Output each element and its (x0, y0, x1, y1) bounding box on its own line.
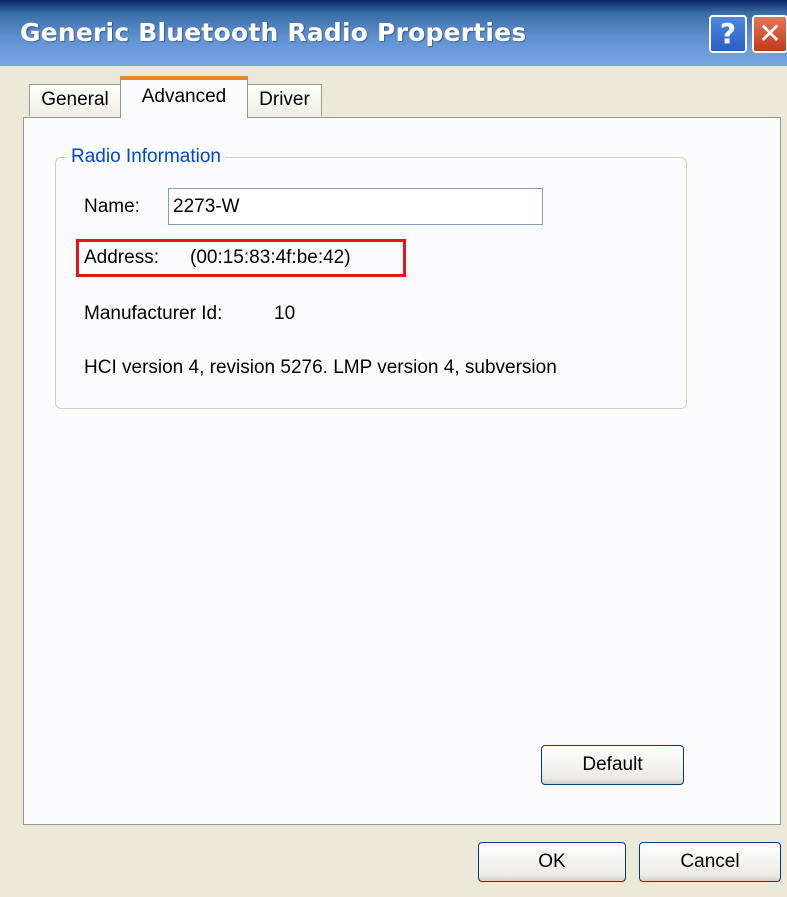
close-icon[interactable]: ✕ (752, 15, 787, 53)
tab-advanced[interactable]: Advanced (120, 76, 248, 118)
radio-information-group: Radio Information Name: Address: (00:15:… (55, 146, 687, 409)
address-label: Address: (84, 247, 159, 268)
name-field[interactable] (168, 188, 543, 225)
address-value: (00:15:83:4f:be:42) (190, 247, 351, 268)
cancel-button[interactable]: Cancel (639, 842, 781, 882)
title-bar[interactable]: Generic Bluetooth Radio Properties ? ✕ (0, 0, 787, 66)
manufacturer-label: Manufacturer Id: (84, 303, 223, 324)
advanced-tab-panel: Radio Information Name: Address: (00:15:… (23, 117, 781, 825)
default-button[interactable]: Default (541, 745, 684, 785)
manufacturer-value: 10 (274, 303, 296, 324)
tab-general[interactable]: General (29, 84, 121, 116)
name-label: Name: (84, 196, 140, 217)
tab-driver[interactable]: Driver (247, 84, 322, 116)
group-title: Radio Information (67, 146, 225, 168)
ok-button[interactable]: OK (478, 842, 626, 882)
version-info: HCI version 4, revision 5276. LMP versio… (84, 357, 557, 378)
help-icon[interactable]: ? (709, 15, 747, 53)
properties-dialog: Generic Bluetooth Radio Properties ? ✕ G… (0, 0, 787, 897)
window-title: Generic Bluetooth Radio Properties (20, 18, 527, 47)
